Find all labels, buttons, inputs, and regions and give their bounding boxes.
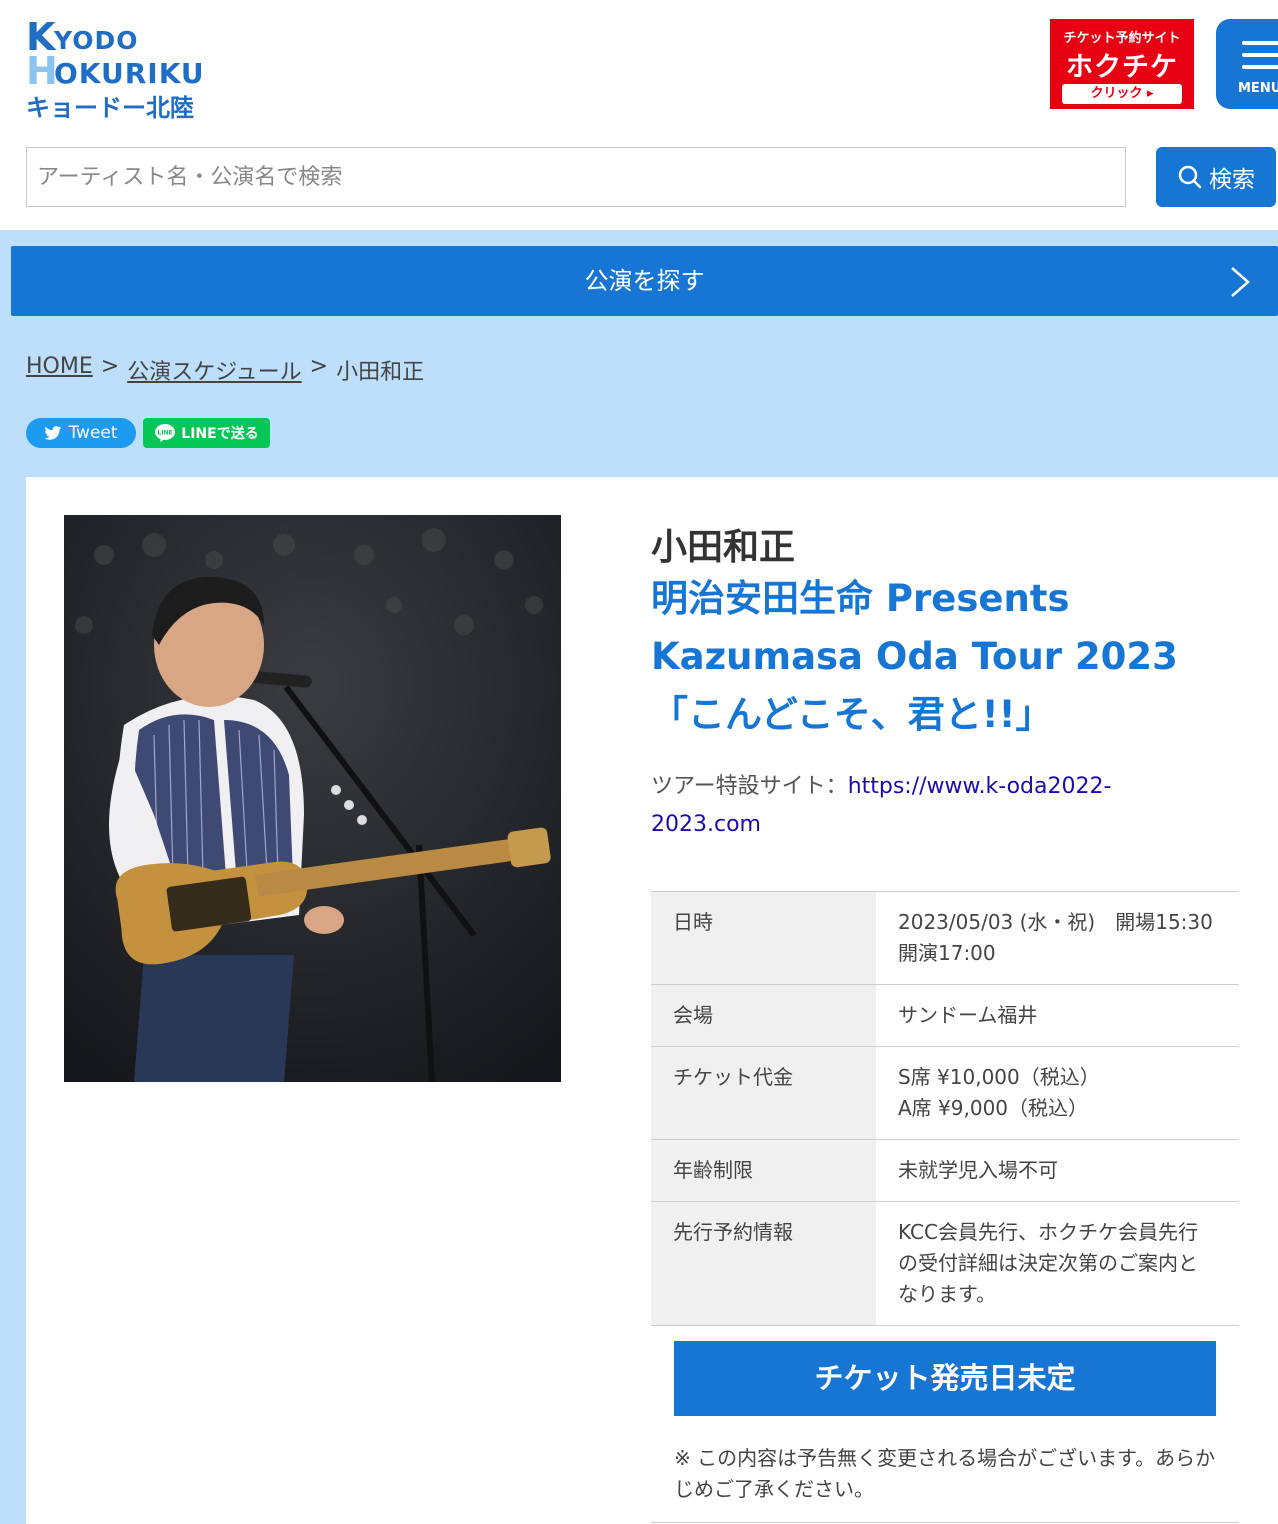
kyodo-hokuriku-logo[interactable]: K YODO H OKURIKU キョードー北陸 (26, 14, 256, 129)
tour-site: ツアー特設サイト：https://www.k-oda2022-2023.com (651, 768, 1171, 844)
info-value-age: 未就学児入場不可 (876, 1139, 1239, 1202)
breadcrumb-schedule[interactable]: 公演スケジュール (127, 354, 301, 386)
svg-text:LINE: LINE (158, 430, 173, 437)
logo-yodo: YODO (54, 26, 139, 55)
artist-photo (64, 515, 561, 1082)
menu-label: MENU (1238, 81, 1278, 96)
hokuchike-click-label: クリック ▸ (1062, 84, 1182, 104)
logo-japanese: キョードー北陸 (26, 94, 194, 122)
search-input[interactable] (26, 147, 1126, 207)
line-logo-icon: LINE (155, 424, 176, 442)
breadcrumb-separator: > (309, 354, 329, 379)
line-share-button[interactable]: LINE LINEで送る (143, 418, 270, 448)
search-icon (1178, 165, 1202, 189)
event-info-table: 日時 2023/05/03 (水・祝) 開場15:30 開演17:00 会場 サ… (651, 891, 1239, 1326)
info-value-presale: KCC会員先行、ホクチケ会員先行の受付詳細は決定次第のご案内となります。 (876, 1201, 1239, 1326)
event-title-line-2: Kazumasa Oda Tour 2023 (651, 635, 1178, 678)
line-share-label: LINEで送る (181, 426, 259, 442)
hokuchike-banner[interactable]: チケット予約サイト ホクチケ クリック ▸ (1050, 19, 1194, 109)
info-value-venue: サンドーム福井 (876, 984, 1239, 1047)
ticket-sale-button[interactable]: チケット発売日未定 (674, 1341, 1216, 1416)
price-a-seat: A席 ¥9,000（税込） (898, 1096, 1089, 1120)
table-row: 年齢制限 未就学児入場不可 (651, 1139, 1239, 1202)
tweet-button[interactable]: Tweet (26, 418, 136, 448)
hokuchike-subtitle: チケット予約サイト (1063, 31, 1181, 46)
table-row: チケット代金 S席 ¥10,000（税込） A席 ¥9,000（税込） (651, 1046, 1239, 1140)
event-title: 明治安田生命 Presents Kazumasa Oda Tour 2023 「… (651, 570, 1241, 744)
tour-site-label: ツアー特設サイト： (651, 774, 848, 799)
event-title-line-1: 明治安田生命 Presents (651, 577, 1070, 620)
find-performance-label: 公演を探す (584, 267, 705, 295)
info-label-datetime: 日時 (651, 891, 876, 985)
menu-button[interactable]: MENU (1216, 19, 1278, 109)
table-row: 日時 2023/05/03 (水・祝) 開場15:30 開演17:00 (651, 891, 1239, 985)
twitter-bird-icon (44, 425, 62, 440)
table-row: 会場 サンドーム福井 (651, 984, 1239, 1047)
info-label-presale: 先行予約情報 (651, 1201, 876, 1326)
artist-name: 小田和正 (651, 527, 796, 568)
info-label-price: チケット代金 (651, 1046, 876, 1140)
hokuchike-brand: ホクチケ (1066, 52, 1178, 83)
chevron-right-icon (1231, 267, 1250, 297)
info-label-age: 年齢制限 (651, 1139, 876, 1202)
event-title-line-3: 「こんどこそ、君と!!」 (651, 693, 1053, 736)
search-button[interactable]: 検索 (1156, 147, 1276, 207)
breadcrumb-separator: > (100, 354, 120, 379)
info-value-datetime: 2023/05/03 (水・祝) 開場15:30 開演17:00 (876, 891, 1239, 985)
price-s-seat: S席 ¥10,000（税込） (898, 1065, 1100, 1089)
info-value-price: S席 ¥10,000（税込） A席 ¥9,000（税込） (876, 1046, 1239, 1140)
find-performance-bar[interactable]: 公演を探す (11, 246, 1278, 316)
disclaimer-notice: ※ この内容は予告無く変更される場合がございます。あらかじめご了承ください。 (674, 1446, 1216, 1501)
table-row: 先行予約情報 KCC会員先行、ホクチケ会員先行の受付詳細は決定次第のご案内となり… (651, 1201, 1239, 1326)
tweet-label: Tweet (68, 423, 118, 443)
divider (651, 1522, 1239, 1523)
breadcrumb: HOME > 公演スケジュール > 小田和正 (26, 354, 424, 386)
site-header: K YODO H OKURIKU キョードー北陸 チケット予約サイト ホクチケ … (0, 0, 1278, 230)
search-button-label: 検索 (1209, 167, 1255, 193)
info-label-venue: 会場 (651, 984, 876, 1047)
breadcrumb-current: 小田和正 (336, 360, 425, 385)
hamburger-icon (1242, 41, 1278, 77)
breadcrumb-home[interactable]: HOME (26, 354, 93, 386)
logo-okuriku: OKURIKU (54, 57, 205, 90)
